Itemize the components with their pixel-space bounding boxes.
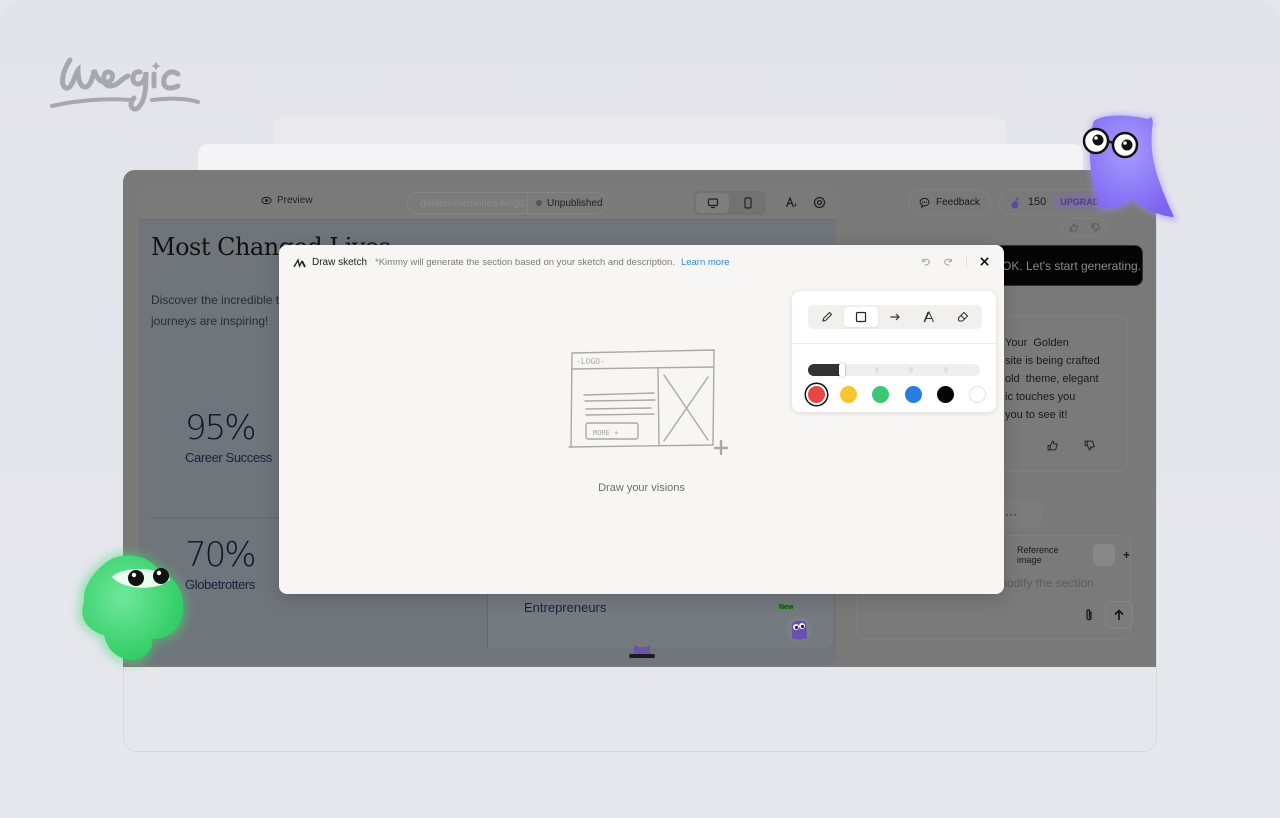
stat-value: 95% [185,408,257,448]
status-dot-icon [536,200,542,206]
bot-reply-bubble: OK. Let's start generating. [993,245,1143,286]
learn-more-link[interactable]: Learn more [681,257,730,268]
sketch-pen-icon [293,258,306,268]
wegic-logo [50,57,200,112]
mobile-view-button[interactable] [731,193,764,213]
potion-credits-icon [1011,196,1019,208]
entrepreneurs-label: Entrepreneurs [524,600,607,615]
settings-button[interactable] [812,195,826,209]
new-badge: New [776,604,797,611]
device-toggle [694,191,766,215]
chat-bubble-icon [919,197,930,208]
mini-ghost-mascot-icon [786,616,812,642]
green-blob-mascot [78,551,188,665]
drawing-tools-panel [792,291,996,412]
send-button[interactable] [1105,601,1133,629]
slider-fill [808,364,843,376]
publish-status-label: Unpublished [547,197,603,209]
reference-image-label: Reference image [1017,545,1059,565]
sketch-button-text: MORE + [593,429,618,437]
stat-label: Career Success [185,450,272,465]
redo-icon[interactable] [943,256,954,267]
credits-count: 150 [1027,196,1047,208]
text-tool[interactable] [912,307,946,327]
color-swatch-yellow[interactable] [840,386,858,403]
sketch-logo-text: -LOGO- [576,357,605,366]
stroke-width-slider[interactable] [808,363,980,377]
message-actions [1047,440,1095,451]
color-swatch-white[interactable] [968,386,986,403]
purple-ghost-mascot [1082,113,1178,221]
publish-status[interactable]: Unpublished [528,198,603,209]
message-line: Your Golden [1005,337,1069,349]
close-icon[interactable] [979,256,990,267]
reference-image-thumb[interactable] [1093,544,1115,566]
font-color-icon [785,195,796,207]
bot-message-text: Your Golden site is being crafted old th… [1005,334,1129,424]
preview-button[interactable]: Preview [261,195,313,206]
modal-hint: *Kimmy will generate the section based o… [375,257,675,268]
text-icon [923,311,934,323]
feedback-button[interactable]: Feedback [908,189,991,215]
thumbs-down-icon[interactable] [1084,440,1095,451]
color-swatch-black[interactable] [936,386,954,403]
subtitle-line-2: journeys are inspiring! [151,314,269,328]
message-line: old theme, elegant [1005,373,1099,385]
actions-divider [966,256,967,267]
eraser-icon [957,311,969,322]
mobile-icon [743,197,752,209]
reference-image-row: Reference image + [1017,544,1130,566]
site-url[interactable]: golden-memories.wegic.app [408,193,528,213]
site-url-pill[interactable]: golden-memories.wegic.app Unpublished [407,192,607,214]
arrow-tool[interactable] [878,307,912,327]
chat-input[interactable]: modify the section [997,576,1094,590]
draw-sketch-modal: Draw sketch *Kimmy will generate the sec… [279,245,1004,594]
stat-career-success: 95% Career Success [185,408,272,465]
color-swatch-red[interactable] [808,386,825,403]
slider-tick [909,367,914,373]
canvas-caption: Draw your visions [598,482,685,494]
panel-divider [792,343,996,344]
hat-mascot-icon [629,645,655,658]
subtitle-line-1: Discover the incredible t [151,293,280,307]
feedback-label: Feedback [936,196,980,208]
rectangle-tool[interactable] [844,307,878,327]
modal-actions [920,256,990,267]
pencil-tool[interactable] [810,307,844,327]
editor-toolbar: Preview golden-memories.wegic.app Unpubl… [139,185,836,220]
theme-style-button[interactable] [784,195,798,209]
eye-icon [261,196,272,205]
message-line: you to see it! [1005,409,1068,421]
arrow-right-icon [890,313,900,321]
settings-icon [813,196,825,208]
color-swatch-blue[interactable] [904,386,922,403]
tool-selector [808,305,982,329]
undo-icon[interactable] [920,256,931,267]
modal-header: Draw sketch *Kimmy will generate the sec… [293,257,730,268]
preview-label: Preview [277,195,313,206]
add-reference-button[interactable]: + [1123,548,1130,562]
thumbs-up-icon[interactable] [1047,440,1058,451]
pencil-icon [822,311,833,322]
color-swatches [808,386,986,403]
sketch-illustration: -LOGO- MORE + [568,349,729,456]
modal-title: Draw sketch [312,257,368,268]
page-section-subtitle: Discover the incredible t journeys are i… [151,290,291,332]
eraser-tool[interactable] [946,307,980,327]
slider-tick [943,367,948,373]
arrow-up-icon [1114,609,1124,620]
message-line: ic touches you [1005,391,1076,403]
paperclip-icon[interactable] [1083,608,1095,622]
rectangle-icon [855,311,867,323]
desktop-view-button[interactable] [696,193,729,213]
message-line: site is being crafted [1005,355,1100,367]
slider-tick [874,367,879,373]
color-swatch-green[interactable] [872,386,890,403]
slider-thumb[interactable] [839,363,846,377]
desktop-icon [707,198,718,209]
